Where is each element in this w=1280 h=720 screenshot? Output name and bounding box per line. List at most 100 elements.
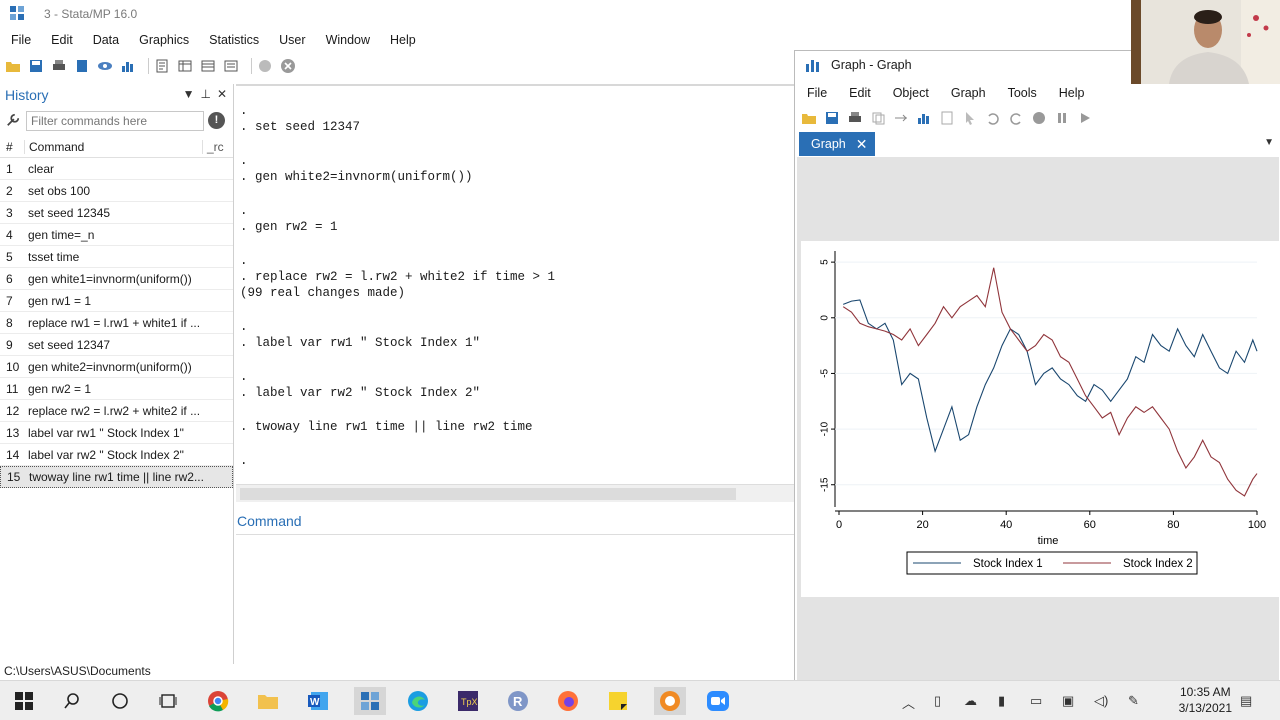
- col-number[interactable]: #: [0, 140, 24, 154]
- close-tab-icon[interactable]: ✕: [856, 136, 868, 153]
- filter-row: !: [0, 108, 233, 134]
- save-icon[interactable]: [28, 58, 44, 74]
- do-file-editor-icon[interactable]: [154, 58, 170, 74]
- graph-menu-tools[interactable]: Tools: [1008, 86, 1037, 100]
- r-icon[interactable]: R: [504, 687, 532, 715]
- viewer-icon[interactable]: [97, 58, 113, 74]
- menu-edit[interactable]: Edit: [51, 33, 73, 47]
- row-number: 9: [6, 337, 13, 352]
- history-row[interactable]: 2 set obs 100: [0, 180, 233, 202]
- sticky-notes-icon[interactable]: [604, 687, 632, 715]
- screen-recorder-icon[interactable]: [654, 687, 686, 715]
- history-row[interactable]: 5 tsset time: [0, 246, 233, 268]
- graph-editor-icon[interactable]: [916, 110, 932, 126]
- menu-graphics[interactable]: Graphics: [139, 33, 189, 47]
- history-row[interactable]: 14 label var rw2 " Stock Index 2": [0, 444, 233, 466]
- history-row[interactable]: 4 gen time=_n: [0, 224, 233, 246]
- word-icon[interactable]: W: [304, 687, 332, 715]
- close-icon[interactable]: ✕: [217, 87, 227, 101]
- graph-menu-help[interactable]: Help: [1059, 86, 1085, 100]
- history-row[interactable]: 13 label var rw1 " Stock Index 1": [0, 422, 233, 444]
- variables-manager-icon[interactable]: [223, 58, 239, 74]
- graph-icon[interactable]: [120, 58, 136, 74]
- more-icon[interactable]: [257, 58, 273, 74]
- pointer-icon[interactable]: [962, 110, 978, 126]
- menu-window[interactable]: Window: [326, 33, 370, 47]
- notifications-icon[interactable]: ▤: [1240, 693, 1252, 709]
- print-icon[interactable]: [847, 110, 863, 126]
- pen-icon[interactable]: ✎: [1128, 693, 1139, 709]
- pause-icon[interactable]: [1054, 110, 1070, 126]
- undo-icon[interactable]: [985, 110, 1001, 126]
- cortana-icon[interactable]: [106, 687, 134, 715]
- menu-statistics[interactable]: Statistics: [209, 33, 259, 47]
- graph-menu-graph[interactable]: Graph: [951, 86, 986, 100]
- pin-icon[interactable]: ⊥: [200, 87, 210, 101]
- break-icon[interactable]: [280, 58, 296, 74]
- edge-icon[interactable]: [404, 687, 432, 715]
- menu-user[interactable]: User: [279, 33, 305, 47]
- file-explorer-icon[interactable]: [254, 687, 282, 715]
- results-window[interactable]: . . set seed 12347 . . gen white2=invnor…: [236, 84, 794, 502]
- row-command: replace rw2 = l.rw2 + white2 if ...: [28, 403, 201, 418]
- filter-icon[interactable]: ▼: [183, 87, 195, 101]
- open-icon[interactable]: [801, 110, 817, 126]
- play-icon[interactable]: [1077, 110, 1093, 126]
- wrench-icon[interactable]: [6, 113, 20, 130]
- history-row[interactable]: 7 gen rw1 = 1: [0, 290, 233, 312]
- menu-data[interactable]: Data: [93, 33, 119, 47]
- data-list-icon[interactable]: [939, 110, 955, 126]
- stata-taskbar-icon[interactable]: [354, 687, 386, 715]
- data-browser-icon[interactable]: [200, 58, 216, 74]
- print-icon[interactable]: [51, 58, 67, 74]
- usb-icon[interactable]: ▮: [998, 693, 1005, 709]
- chevron-down-icon[interactable]: ▼: [1264, 137, 1274, 148]
- col-command[interactable]: Command: [24, 139, 202, 154]
- tab-graph[interactable]: Graph ✕: [799, 132, 876, 156]
- copy-icon[interactable]: [870, 110, 886, 126]
- save-icon[interactable]: [824, 110, 840, 126]
- row-command: set seed 12345: [28, 205, 111, 220]
- log-icon[interactable]: [74, 58, 90, 74]
- history-filter-input[interactable]: [26, 111, 204, 131]
- search-icon[interactable]: [58, 687, 86, 715]
- history-row-selected[interactable]: 15 twoway line rw1 time || line rw2...: [0, 466, 233, 488]
- task-view-icon[interactable]: [154, 687, 182, 715]
- chevron-up-icon[interactable]: ︿: [902, 693, 915, 712]
- network-icon[interactable]: ▣: [1062, 693, 1074, 709]
- graph-menu-edit[interactable]: Edit: [849, 86, 871, 100]
- volume-icon[interactable]: ◁): [1094, 693, 1108, 709]
- data-editor-icon[interactable]: [177, 58, 193, 74]
- command-input[interactable]: [236, 534, 794, 662]
- history-row[interactable]: 1 clear: [0, 158, 233, 180]
- clock[interactable]: 10:35 AM 3/13/2021: [1179, 684, 1232, 716]
- zoom-icon[interactable]: [704, 687, 732, 715]
- menu-help[interactable]: Help: [390, 33, 416, 47]
- chrome-icon[interactable]: [204, 687, 232, 715]
- history-row[interactable]: 10 gen white2=invnorm(uniform()): [0, 356, 233, 378]
- alert-icon[interactable]: !: [208, 112, 225, 129]
- graph-menu-object[interactable]: Object: [893, 86, 929, 100]
- series-line-2: [842, 267, 1258, 497]
- history-row[interactable]: 3 set seed 12345: [0, 202, 233, 224]
- scrollbar-thumb[interactable]: [240, 488, 736, 500]
- battery-icon[interactable]: ▭: [1030, 693, 1042, 709]
- open-icon[interactable]: [5, 58, 21, 74]
- record-icon[interactable]: [1031, 110, 1047, 126]
- redo-icon[interactable]: [1008, 110, 1024, 126]
- onedrive-icon[interactable]: ☁: [964, 693, 977, 709]
- rename-icon[interactable]: [893, 110, 909, 126]
- history-row[interactable]: 9 set seed 12347: [0, 334, 233, 356]
- firefox-icon[interactable]: [554, 687, 582, 715]
- windows-start-icon[interactable]: [10, 687, 38, 715]
- history-row[interactable]: 11 gen rw2 = 1: [0, 378, 233, 400]
- texstudio-icon[interactable]: TpX: [454, 687, 482, 715]
- graph-menu-file[interactable]: File: [807, 86, 827, 100]
- menu-file[interactable]: File: [11, 33, 31, 47]
- history-row[interactable]: 6 gen white1=invnorm(uniform()): [0, 268, 233, 290]
- results-scrollbar[interactable]: [236, 484, 794, 502]
- history-row[interactable]: 12 replace rw2 = l.rw2 + white2 if ...: [0, 400, 233, 422]
- tablet-icon[interactable]: ▯: [934, 693, 941, 709]
- col-rc[interactable]: _rc: [202, 139, 232, 154]
- history-row[interactable]: 8 replace rw1 = l.rw1 + white1 if ...: [0, 312, 233, 334]
